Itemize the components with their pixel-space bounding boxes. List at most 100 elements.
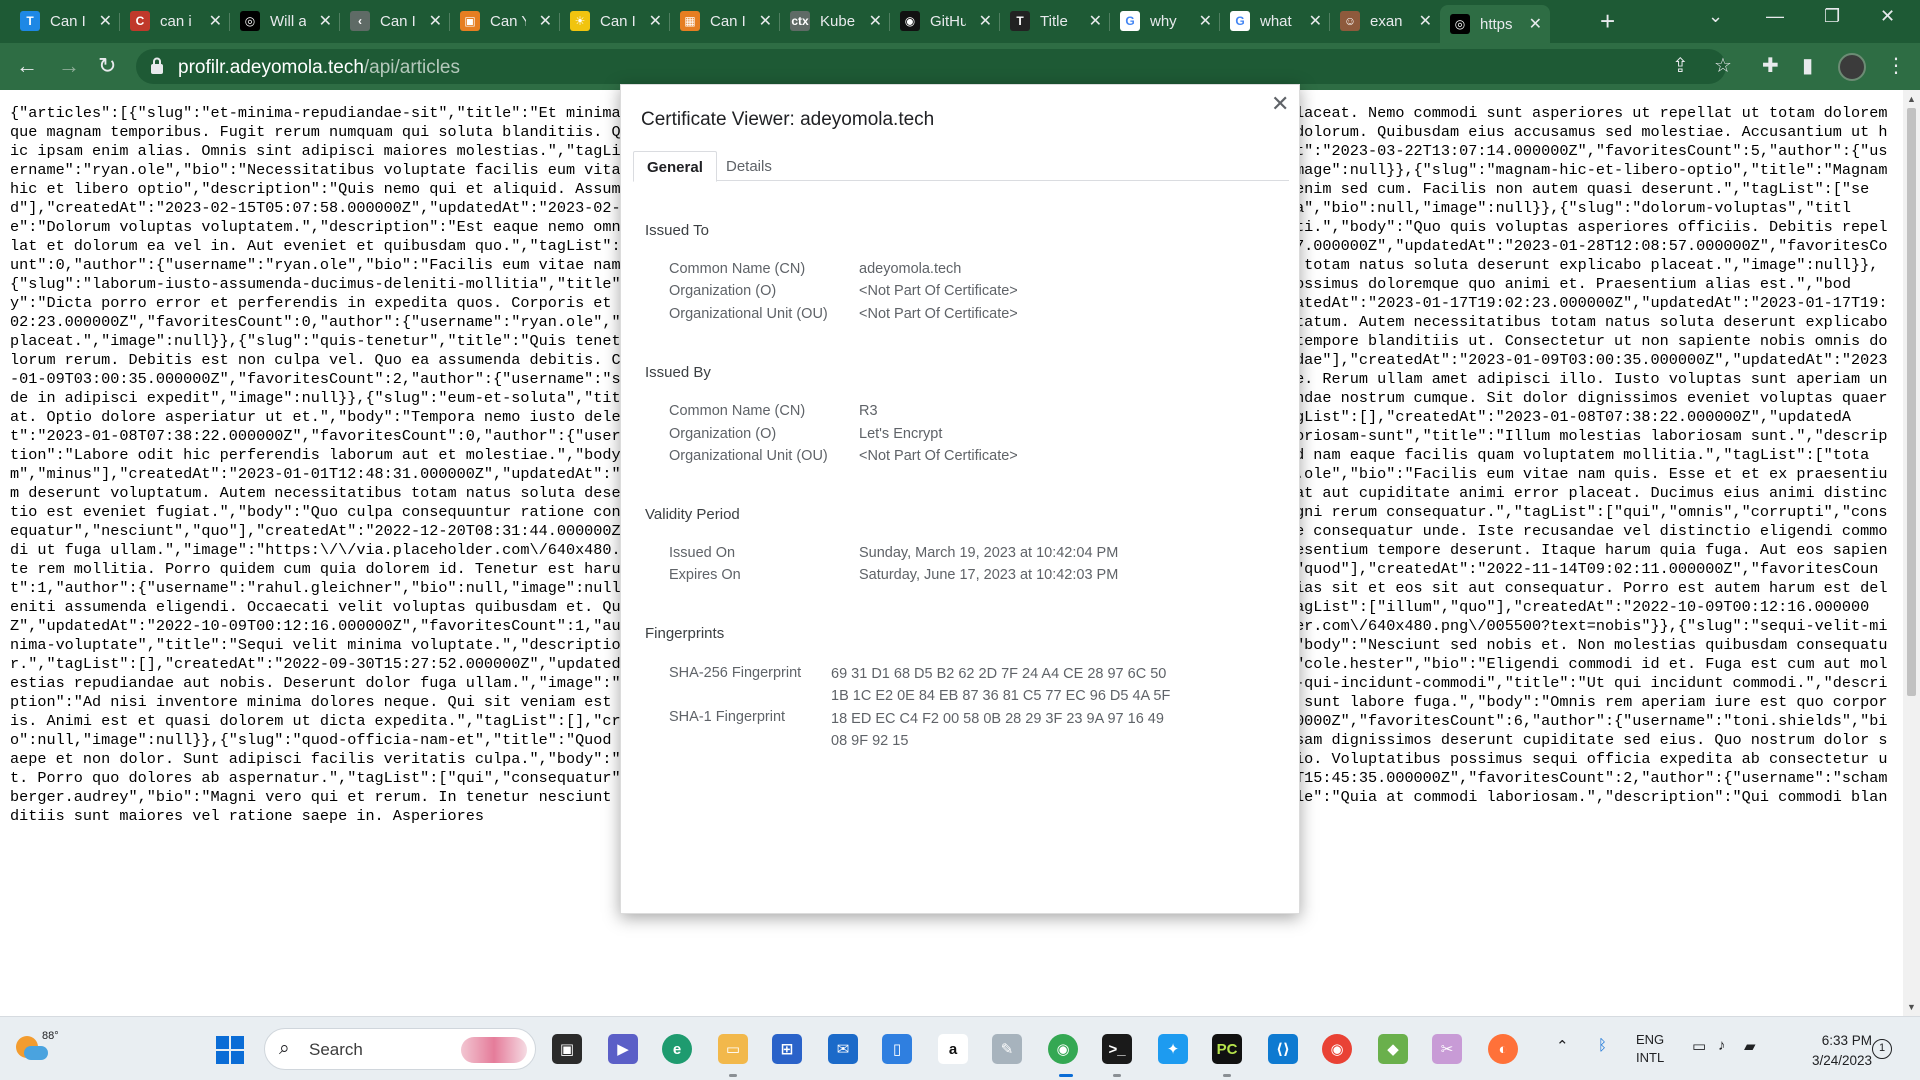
browser-tab[interactable]: T Title ✕	[1000, 6, 1110, 36]
browser-tab[interactable]: ▣ Can Y ✕	[450, 6, 560, 36]
tab-close-icon[interactable]: ✕	[209, 11, 222, 31]
windows-start-icon[interactable]	[216, 1036, 244, 1064]
snipping-tool-icon[interactable]: ✂	[1432, 1034, 1462, 1064]
browser-tab[interactable]: ◎ https ✕	[1440, 5, 1550, 43]
lock-icon[interactable]	[150, 57, 164, 75]
issued-to-o-value: <Not Part Of Certificate>	[859, 283, 1018, 299]
show-hidden-icons-chevron-icon[interactable]: ⌃	[1556, 1037, 1569, 1055]
tab-close-icon[interactable]: ✕	[979, 11, 992, 31]
tab-close-icon[interactable]: ✕	[1199, 11, 1212, 31]
section-fingerprints: Fingerprints	[645, 625, 725, 642]
tab-favicon-icon: ▦	[680, 11, 700, 31]
task-view-icon[interactable]: ▣	[552, 1034, 582, 1064]
pycharm-icon[interactable]: PC	[1212, 1034, 1242, 1064]
tab-close-icon[interactable]: ✕	[99, 11, 112, 31]
chrome-profile-icon[interactable]: ◉	[1322, 1034, 1352, 1064]
side-panel-icon[interactable]: ▮	[1802, 54, 1813, 78]
notification-badge[interactable]: 1	[1872, 1039, 1892, 1059]
running-indicator	[1113, 1074, 1121, 1077]
input-language[interactable]: ENG INTL	[1636, 1031, 1664, 1067]
edge-icon[interactable]: e	[662, 1034, 692, 1064]
tab-close-icon[interactable]: ✕	[869, 11, 882, 31]
tab-favicon-icon: ☺	[1340, 11, 1360, 31]
tab-close-icon[interactable]: ✕	[759, 11, 772, 31]
vpn-icon[interactable]: ◆	[1378, 1034, 1408, 1064]
new-tab-button[interactable]: +	[1600, 6, 1615, 36]
file-explorer-icon[interactable]: ▭	[718, 1034, 748, 1064]
browser-tab[interactable]: T Can I ✕	[10, 6, 120, 36]
page-scrollbar[interactable]: ▲ ▼	[1903, 90, 1920, 1016]
tab-general[interactable]: General	[633, 151, 717, 182]
tab-close-icon[interactable]: ✕	[539, 11, 552, 31]
sha256-value: 69 31 D1 68 D5 B2 62 2D 7F 24 A4 CE 28 9…	[831, 663, 1170, 707]
mail-icon[interactable]: ✉	[828, 1034, 858, 1064]
url-text: profilr.adeyomola.tech/api/articles	[178, 57, 460, 78]
browser-tab[interactable]: ctx Kube ✕	[780, 6, 890, 36]
weather-temperature: 88°	[42, 1030, 59, 1042]
tab-close-icon[interactable]: ✕	[1419, 11, 1432, 31]
volume-icon[interactable]: ♪	[1718, 1037, 1726, 1054]
network-icon[interactable]: ▭	[1692, 1037, 1706, 1055]
amazon-icon[interactable]: a	[938, 1034, 968, 1064]
scroll-down-arrow-icon[interactable]: ▼	[1907, 1002, 1916, 1012]
browser-tab[interactable]: ☀ Can I ✕	[560, 6, 670, 36]
browser-tab[interactable]: Ccan i ✕	[120, 6, 230, 36]
tab-close-icon[interactable]: ✕	[649, 11, 662, 31]
reload-icon[interactable]: ↻	[98, 53, 116, 79]
tab-details[interactable]: Details	[713, 151, 785, 182]
browser-tab[interactable]: ‹ Can I ✕	[340, 6, 450, 36]
windows-taskbar: 88° ⌕ Search ▣ ▶ e ▭ ⊞ ✉ ▯ a ✎ ◉ >_ ✦ PC…	[0, 1016, 1920, 1080]
teams-chat-icon[interactable]: ▶	[608, 1034, 638, 1064]
tab-title: Can I	[600, 12, 636, 30]
scroll-up-arrow-icon[interactable]: ▲	[1907, 94, 1916, 104]
twitter-icon[interactable]: ✦	[1158, 1034, 1188, 1064]
clock-date: 3/24/2023	[1811, 1053, 1872, 1068]
forward-icon[interactable]: →	[58, 53, 80, 79]
tab-favicon-icon: T	[1010, 11, 1030, 31]
tab-close-icon[interactable]: ✕	[1089, 11, 1102, 31]
bluetooth-icon[interactable]: ᛒ	[1598, 1037, 1607, 1054]
menu-kebab-icon[interactable]: ⋮	[1886, 54, 1906, 78]
tab-close-icon[interactable]: ✕	[1529, 14, 1542, 34]
keyboard-layout: INTL	[1636, 1050, 1665, 1065]
chrome-icon[interactable]: ◉	[1048, 1034, 1078, 1064]
tab-search-icon[interactable]: ⌄	[1708, 6, 1723, 27]
issued-by-o-label: Organization (O)	[669, 426, 777, 442]
tab-title: what	[1260, 12, 1292, 30]
vscode-icon[interactable]: ⟨⟩	[1268, 1034, 1298, 1064]
scrollbar-thumb[interactable]	[1907, 108, 1916, 696]
browser-tab[interactable]: ▦ Can I ✕	[670, 6, 780, 36]
tab-close-icon[interactable]: ✕	[319, 11, 332, 31]
firefox-icon[interactable]: ◐	[1488, 1034, 1518, 1064]
minimize-icon[interactable]: —	[1766, 6, 1784, 27]
browser-tab[interactable]: ◎ Will a ✕	[230, 6, 340, 36]
issued-on-value: Sunday, March 19, 2023 at 10:42:04 PM	[859, 545, 1119, 561]
browser-tab[interactable]: Gwhy ✕	[1110, 6, 1220, 36]
close-window-icon[interactable]: ✕	[1880, 6, 1895, 27]
taskbar-search-box[interactable]: ⌕ Search	[264, 1028, 536, 1070]
browser-tab[interactable]: ◉ GitHu ✕	[890, 6, 1000, 36]
store-icon[interactable]: ⊞	[772, 1034, 802, 1064]
tab-close-icon[interactable]: ✕	[1309, 11, 1322, 31]
tab-close-icon[interactable]: ✕	[429, 11, 442, 31]
terminal-icon[interactable]: >_	[1102, 1034, 1132, 1064]
back-icon[interactable]: ←	[16, 53, 38, 79]
taskbar-clock[interactable]: 6:33 PM 3/24/2023	[1792, 1031, 1872, 1071]
browser-tab[interactable]: Gwhat ✕	[1220, 6, 1330, 36]
tab-favicon-icon: ◎	[1450, 14, 1470, 34]
battery-icon[interactable]: ▰	[1744, 1037, 1756, 1055]
browser-tab[interactable]: ☺ exan ✕	[1330, 6, 1440, 36]
search-icon: ⌕	[279, 1038, 290, 1059]
share-icon[interactable]: ⇪	[1672, 54, 1689, 78]
tab-title: Can I	[710, 12, 746, 30]
phone-link-icon[interactable]: ▯	[882, 1034, 912, 1064]
notes-icon[interactable]: ✎	[992, 1034, 1022, 1064]
dialog-close-icon[interactable]: ✕	[1271, 91, 1289, 117]
bookmark-star-icon[interactable]: ☆	[1714, 54, 1732, 78]
address-bar[interactable]: profilr.adeyomola.tech/api/articles	[136, 49, 1726, 84]
profile-avatar[interactable]	[1838, 53, 1866, 81]
tab-strip: T Can I ✕ Ccan i ✕ ◎ Will a ✕ ‹ Can I ✕ ▣ Can Y ✕ ☀ Can…	[0, 0, 1920, 43]
restore-icon[interactable]: ❐	[1824, 6, 1840, 27]
extensions-icon[interactable]: ✚	[1762, 54, 1779, 78]
weather-widget[interactable]: 88°	[14, 1030, 59, 1064]
